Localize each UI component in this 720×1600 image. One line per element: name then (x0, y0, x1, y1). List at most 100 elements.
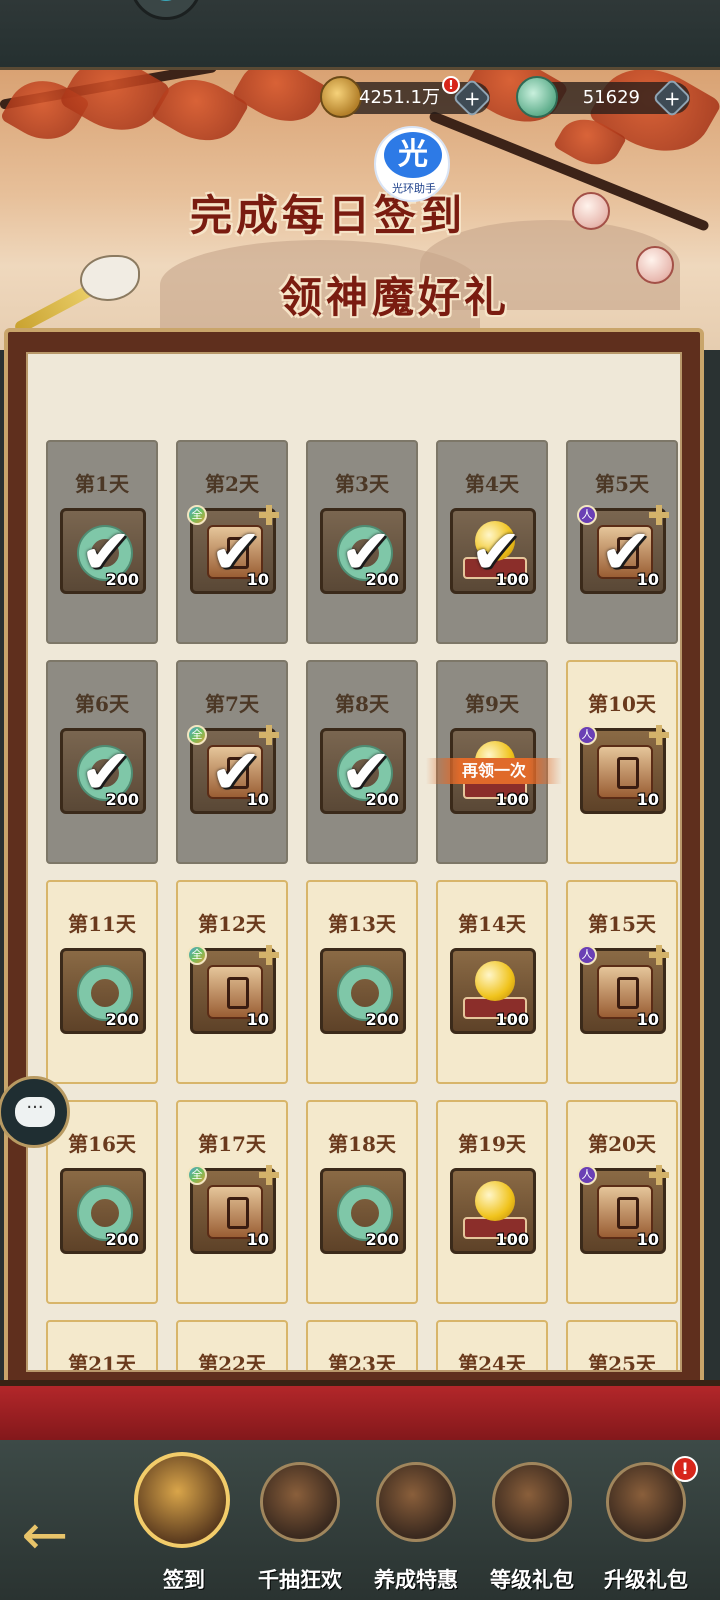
day-cell-12[interactable]: 第12天全 10 (176, 880, 288, 1084)
rarity-tag: 全 (187, 945, 207, 965)
reward-slot[interactable]: 200 ✔ (60, 728, 146, 814)
player-avatar-icon[interactable] (130, 0, 202, 20)
day-label: 第18天 (328, 1132, 396, 1156)
tab-1[interactable]: 签到 (128, 1452, 240, 1592)
rarity-tag: 全 (187, 1165, 207, 1185)
reward-slot[interactable]: 全 10 (187, 1165, 279, 1254)
tab-5[interactable]: ! 升级礼包 (590, 1452, 702, 1592)
day-cell-21[interactable]: 第21天 (46, 1320, 158, 1372)
tab-3[interactable]: 养成特惠 (360, 1452, 472, 1592)
day-cell-20[interactable]: 第20天人 10 (566, 1100, 678, 1304)
reward-slot[interactable]: 全 10 ✔ (187, 725, 279, 814)
reward-slot[interactable]: 200 (320, 1168, 406, 1254)
white-bird-decoration (80, 255, 140, 301)
day-label: 第6天 (75, 692, 129, 716)
sign-in-panel: 第1天 200 ✔ 第2天全 10 ✔ 第3天 200 ✔ 第4天 100 ✔ 第5天人 10 ✔ 第6天 20… (4, 328, 704, 1388)
reward-slot[interactable]: 200 ✔ (320, 728, 406, 814)
golden-orb-icon (475, 1181, 515, 1221)
reward-slot[interactable]: 200 ✔ (60, 508, 146, 594)
day-label: 第25天 (588, 1352, 656, 1372)
treasure-box-icon (376, 1462, 456, 1542)
tab-4[interactable]: 等级礼包 (476, 1452, 588, 1592)
day-label: 第13天 (328, 912, 396, 936)
day-label: 第14天 (458, 912, 526, 936)
day-cell-18[interactable]: 第18天 200 (306, 1100, 418, 1304)
jade-icon (516, 76, 558, 118)
claimed-check-icon: ✔ (470, 515, 522, 588)
claimed-check-icon: ✔ (340, 515, 392, 588)
day-cell-10[interactable]: 第10天人 10 (566, 660, 678, 864)
helper-badge-icon: 光 (384, 132, 442, 178)
lantern-decoration (572, 192, 610, 230)
day-cell-4[interactable]: 第4天 100 ✔ (436, 440, 548, 644)
day-cell-2[interactable]: 第2天全 10 ✔ (176, 440, 288, 644)
reward-slot[interactable]: 100 ✔ (450, 508, 536, 594)
jade-value: 51629 (582, 87, 640, 108)
day-cell-19[interactable]: 第19天 100 (436, 1100, 548, 1304)
reward-slot[interactable]: 100 (450, 948, 536, 1034)
helper-badge[interactable]: 光 光环助手 (374, 126, 450, 202)
day-grid[interactable]: 第1天 200 ✔ 第2天全 10 ✔ 第3天 200 ✔ 第4天 100 ✔ 第5天人 10 ✔ 第6天 20… (26, 352, 682, 1372)
day-label: 第5天 (595, 472, 649, 496)
reward-slot[interactable]: 人 10 (577, 945, 669, 1034)
day-cell-9[interactable]: 第9天 100 再领一次 (426, 660, 562, 864)
day-label: 第15天 (588, 912, 656, 936)
tab-alert-icon: ! (672, 1456, 698, 1482)
jade-counter: 51629 + (516, 76, 692, 118)
gift-pot-icon (492, 1462, 572, 1542)
day-cell-13[interactable]: 第13天 200 (306, 880, 418, 1084)
reward-slot[interactable]: 200 (60, 948, 146, 1034)
claimed-check-icon: ✔ (210, 735, 262, 808)
reward-slot[interactable]: 200 (320, 948, 406, 1034)
back-arrow-icon[interactable]: ← (0, 1496, 90, 1576)
reward-slot[interactable]: 全 10 (187, 945, 279, 1034)
plus-badge-icon (259, 1165, 279, 1185)
day-cell-25[interactable]: 第25天 (566, 1320, 678, 1372)
reward-quantity: 100 (495, 1230, 529, 1249)
reward-quantity: 100 (495, 790, 529, 809)
reward-slot[interactable]: 全 10 ✔ (187, 505, 279, 594)
reward-quantity: 10 (246, 1010, 269, 1029)
reward-quantity: 200 (105, 1010, 139, 1029)
day-cell-5[interactable]: 第5天人 10 ✔ (566, 440, 678, 644)
reward-slot[interactable]: 200 (60, 1168, 146, 1254)
day-cell-17[interactable]: 第17天全 10 (176, 1100, 288, 1304)
maple-leaf (231, 70, 329, 137)
scroll-chest-icon (260, 1462, 340, 1542)
tab-label: 养成特惠 (374, 1567, 458, 1592)
day-cell-3[interactable]: 第3天 200 ✔ (306, 440, 418, 644)
day-cell-6[interactable]: 第6天 200 ✔ (46, 660, 158, 864)
reward-slot[interactable]: 100 (450, 1168, 536, 1254)
rarity-tag: 人 (577, 1165, 597, 1185)
day-cell-24[interactable]: 第24天 (436, 1320, 548, 1370)
reward-quantity: 10 (636, 1230, 659, 1249)
chat-button[interactable]: ··· (0, 1076, 70, 1148)
day-cell-11[interactable]: 第11天 200 (46, 880, 158, 1084)
tab-2[interactable]: 千抽狂欢 (244, 1452, 356, 1592)
reward-slot[interactable]: 200 ✔ (320, 508, 406, 594)
claimed-check-icon: ✔ (80, 735, 132, 808)
top-strip (0, 0, 720, 70)
day-cell-1[interactable]: 第1天 200 ✔ (46, 440, 158, 644)
day-label: 第1天 (75, 472, 129, 496)
day-cell-7[interactable]: 第7天全 10 ✔ (176, 660, 288, 864)
day-cell-23[interactable]: 第23天 (306, 1320, 418, 1370)
claim-again-button[interactable]: 再领一次 (426, 758, 562, 784)
reward-quantity: 100 (495, 1010, 529, 1029)
reward-slot[interactable]: 人 10 (577, 725, 669, 814)
day-cell-15[interactable]: 第15天人 10 (566, 880, 678, 1084)
tab-label: 千抽狂欢 (258, 1567, 342, 1592)
reward-slot[interactable]: 人 10 ✔ (577, 505, 669, 594)
day-label: 第21天 (68, 1352, 136, 1372)
day-label: 第7天 (205, 692, 259, 716)
tab-label: 签到 (163, 1567, 205, 1592)
chat-bubble-icon: ··· (15, 1097, 55, 1127)
day-cell-22[interactable]: 第22天 (176, 1320, 288, 1370)
reward-slot[interactable]: 人 10 (577, 1165, 669, 1254)
day-cell-8[interactable]: 第8天 200 ✔ (306, 660, 418, 864)
day-label: 第17天 (198, 1132, 266, 1156)
tab-label: 升级礼包 (604, 1567, 688, 1592)
day-cell-14[interactable]: 第14天 100 (436, 880, 548, 1084)
claimed-check-icon: ✔ (340, 735, 392, 808)
coin-value: 4251.1万 (359, 87, 440, 108)
